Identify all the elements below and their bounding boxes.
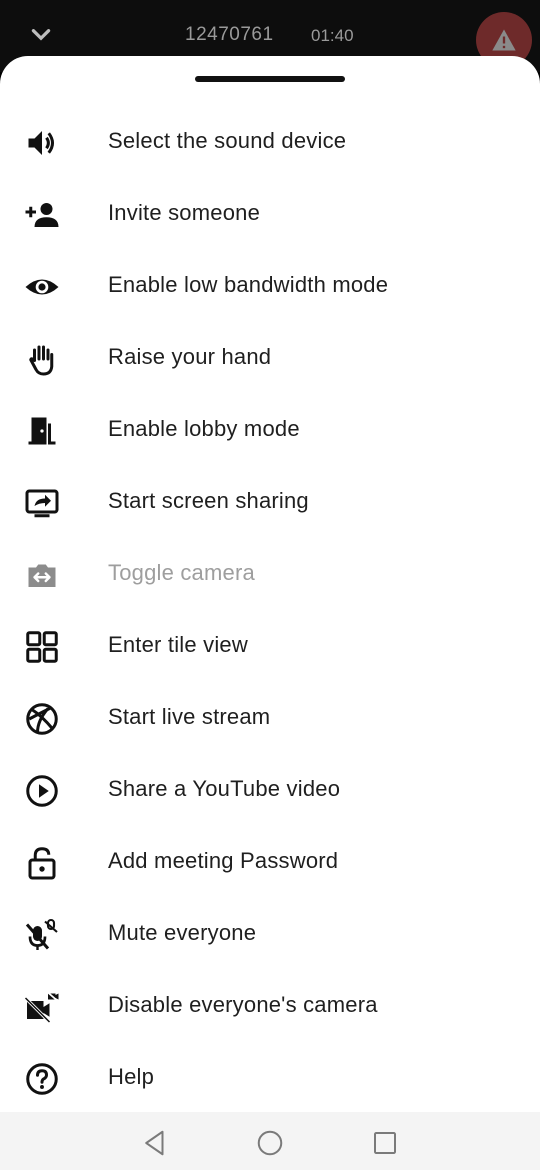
menu-item-label: Enter tile view: [108, 632, 248, 657]
sheet-drag-handle[interactable]: [195, 76, 345, 82]
system-nav-bar: [0, 1112, 540, 1170]
meeting-timer: 01:40: [311, 26, 354, 45]
menu-item-label: Enable lobby mode: [108, 416, 300, 441]
help-icon: [24, 1061, 60, 1097]
menu-item-low-bandwidth[interactable]: Enable low bandwidth mode: [0, 249, 540, 321]
menu-item-sound-device[interactable]: Select the sound device: [0, 105, 540, 177]
menu-item-toggle-camera[interactable]: Toggle camera: [0, 537, 540, 609]
menu-item-label: Disable everyone's camera: [108, 992, 378, 1017]
back-triangle-icon[interactable]: [140, 1128, 170, 1158]
hand-icon: [24, 341, 60, 377]
camera-off-icon: [24, 989, 60, 1025]
menu-item-label: Start live stream: [108, 704, 271, 729]
mic-off-icon: [24, 917, 60, 953]
chevron-down-icon[interactable]: [28, 22, 54, 48]
menu-item-label: Enable low bandwidth mode: [108, 272, 389, 297]
menu-item-label: Share a YouTube video: [108, 776, 341, 801]
meeting-id: 12470761: [185, 24, 274, 45]
menu-item-lobby-mode[interactable]: Enable lobby mode: [0, 393, 540, 465]
speaker-icon: [24, 125, 60, 161]
eye-icon: [24, 269, 60, 305]
menu-item-disable-cameras[interactable]: Disable everyone's camera: [0, 969, 540, 1041]
recents-square-icon[interactable]: [370, 1128, 400, 1158]
person-add-icon: [24, 197, 60, 233]
menu-item-mute-everyone[interactable]: Mute everyone: [0, 897, 540, 969]
door-icon: [24, 413, 60, 449]
overflow-menu-sheet: Select the sound device Invite someone E…: [0, 56, 540, 1112]
menu-item-raise-hand[interactable]: Raise your hand: [0, 321, 540, 393]
play-circle-icon: [24, 773, 60, 809]
tile-view-icon: [24, 629, 60, 665]
menu-item-label: Raise your hand: [108, 344, 272, 369]
screen-share-icon: [24, 485, 60, 521]
menu-item-password[interactable]: Add meeting Password: [0, 825, 540, 897]
menu-item-label: Select the sound device: [108, 128, 347, 153]
menu-item-label: Help: [108, 1064, 155, 1089]
lock-icon: [24, 845, 60, 881]
menu-item-live-stream[interactable]: Start live stream: [0, 681, 540, 753]
switch-camera-icon: [24, 557, 60, 593]
menu-item-youtube[interactable]: Share a YouTube video: [0, 753, 540, 825]
menu-item-screen-sharing[interactable]: Start screen sharing: [0, 465, 540, 537]
menu-list: Select the sound device Invite someone E…: [0, 105, 540, 1113]
menu-item-label: Mute everyone: [108, 920, 257, 945]
menu-item-label: Toggle camera: [108, 560, 255, 585]
menu-item-invite[interactable]: Invite someone: [0, 177, 540, 249]
warning-icon: [492, 29, 516, 51]
menu-item-tile-view[interactable]: Enter tile view: [0, 609, 540, 681]
menu-item-label: Invite someone: [108, 200, 260, 225]
menu-item-label: Add meeting Password: [108, 848, 339, 873]
globe-icon: [24, 701, 60, 737]
home-circle-icon[interactable]: [255, 1128, 285, 1158]
menu-item-label: Start screen sharing: [108, 488, 309, 513]
menu-item-help[interactable]: Help: [0, 1041, 540, 1113]
